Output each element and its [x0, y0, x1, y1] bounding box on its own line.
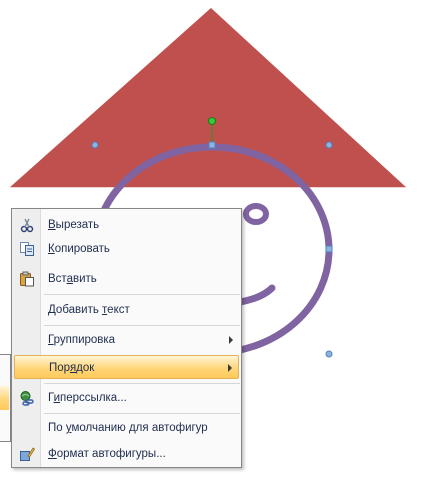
order-submenu-highlighted-item[interactable]	[0, 386, 9, 410]
rotation-handle[interactable]	[208, 117, 216, 125]
copy-icon	[20, 242, 34, 256]
scissors-icon	[20, 218, 34, 233]
smiley-mouth-shape	[236, 284, 276, 306]
menu-separator	[44, 383, 240, 384]
resize-handle-bottom-right[interactable]	[325, 350, 333, 358]
paste-icon	[20, 271, 34, 287]
smiley-eye-shape	[243, 203, 269, 225]
menu-separator	[44, 294, 240, 295]
resize-handle-right[interactable]	[325, 245, 333, 253]
menu-item-order[interactable]: Порядок	[14, 355, 239, 379]
menu-separator	[44, 325, 240, 326]
menu-item-copy[interactable]: Копировать	[14, 237, 239, 261]
menu-separator	[44, 413, 240, 414]
menu-item-cut[interactable]: Вырезать	[14, 213, 239, 237]
menu-item-add-text[interactable]: Добавить текст	[14, 298, 239, 322]
triangle-shape[interactable]	[6, 5, 410, 189]
hyperlink-icon	[20, 391, 34, 406]
resize-handle-top-left[interactable]	[91, 141, 99, 149]
menu-item-format-autoshape[interactable]: Формат автофигуры...	[14, 442, 239, 466]
menu-item-hyperlink[interactable]: Гиперссылка...	[14, 386, 239, 410]
menu-item-default-autoshape[interactable]: По умолчанию для автофигур	[14, 416, 239, 440]
resize-handle-top-right[interactable]	[325, 141, 333, 149]
resize-handle-top[interactable]	[208, 141, 216, 149]
submenu-arrow-icon	[228, 364, 232, 372]
format-autoshape-icon	[20, 447, 35, 461]
context-menu: Вырезать Копировать Вставить Добавить те…	[11, 208, 242, 468]
menu-item-grouping[interactable]: Группировка	[14, 328, 239, 352]
submenu-arrow-icon	[229, 336, 233, 344]
menu-item-paste[interactable]: Вставить	[14, 267, 239, 291]
